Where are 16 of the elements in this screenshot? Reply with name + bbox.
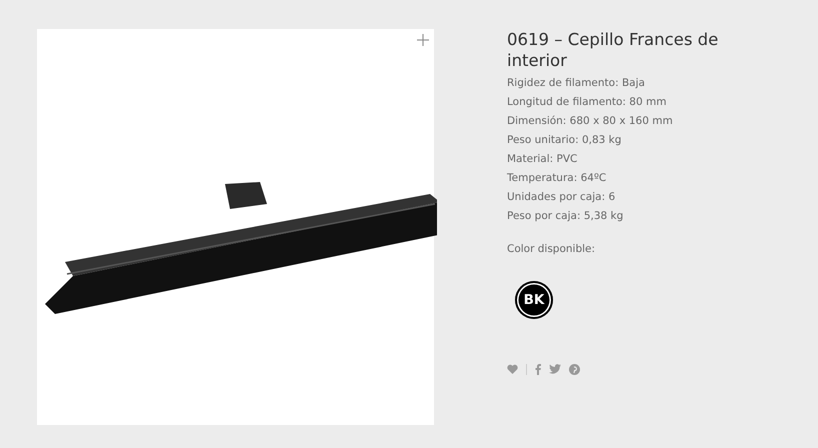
color-swatch[interactable]: BK (515, 280, 553, 319)
plus-icon[interactable] (417, 34, 429, 46)
product-title: 0619 – Cepillo Frances de interior (507, 29, 720, 71)
spec-line: Temperatura: 64ºC (507, 171, 608, 186)
spec-line: Material: PVC (507, 152, 578, 167)
facebook-icon[interactable] (535, 364, 541, 375)
twitter-icon[interactable] (549, 364, 561, 374)
heart-icon[interactable] (507, 364, 518, 374)
spec-line: Unidades por caja: 6 (507, 190, 616, 205)
spec-line: Peso por caja: 5,38 kg (507, 209, 624, 224)
spec-line: Dimensión: 680 x 80 x 160 mm (507, 114, 674, 129)
color-label: Color disponible: (507, 242, 596, 257)
spec-line: Longitud de filamento: 80 mm (507, 95, 668, 110)
spec-line: Rigidez de filamento: Baja (507, 76, 646, 91)
spec-line: Peso unitario: 0,83 kg (507, 133, 622, 148)
pinterest-icon[interactable] (569, 364, 580, 375)
